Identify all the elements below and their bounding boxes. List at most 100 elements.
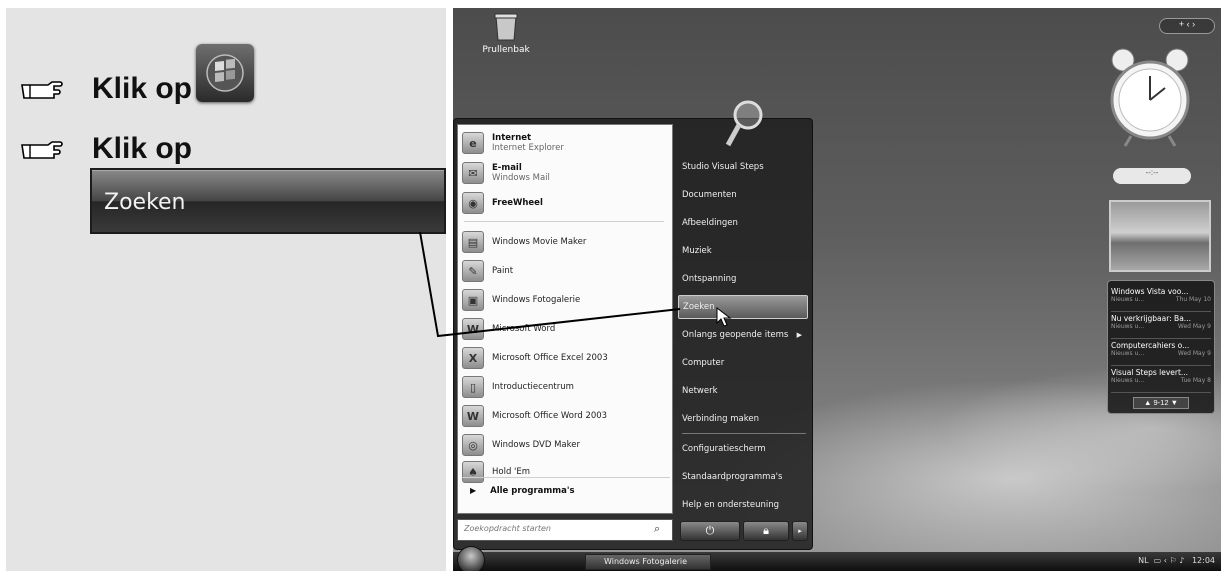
menu-ontspanning[interactable]: Ontspanning xyxy=(678,267,808,291)
menu-label: Standaardprogramma's xyxy=(682,472,783,482)
language-indicator[interactable]: NL xyxy=(1138,556,1148,565)
word-icon: W xyxy=(462,318,484,340)
program-introductiecentrum[interactable]: ▯ Introductiecentrum xyxy=(462,373,574,401)
power-button-group: ⏻ 🔒︎ ▸ xyxy=(680,521,808,541)
menu-label: Documenten xyxy=(682,190,737,200)
lock-icon: 🔒︎ xyxy=(763,524,769,537)
vista-desktop: Prullenbak e Internet Internet Explorer ✉… xyxy=(453,8,1221,571)
program-title: FreeWheel xyxy=(492,198,543,208)
taskbar-button-fotogalerie[interactable]: Windows Fotogalerie xyxy=(585,554,711,570)
start-orb-button[interactable] xyxy=(457,546,485,571)
feed-title: Windows Vista voo... xyxy=(1111,287,1189,296)
feed-pager-label: 9-12 xyxy=(1153,398,1169,407)
menu-label: Netwerk xyxy=(682,386,718,396)
menu-label: Muziek xyxy=(682,246,712,256)
program-label: Paint xyxy=(492,266,514,276)
start-search-input[interactable]: Zoekopdracht starten ⌕ xyxy=(457,519,673,541)
menu-standaardprogrammas[interactable]: Standaardprogramma's xyxy=(678,465,808,489)
photo-gallery-icon: ▣ xyxy=(462,289,484,311)
program-label: Microsoft Office Excel 2003 xyxy=(492,353,608,363)
program-label: Windows Fotogalerie xyxy=(492,295,581,305)
recycle-bin-icon xyxy=(494,13,518,41)
program-title: E-mail xyxy=(492,163,522,173)
mail-icon: ✉ xyxy=(462,162,484,184)
menu-onlangs-geopende-items[interactable]: Onlangs geopende items ▶ xyxy=(678,323,808,347)
magnifier-icon xyxy=(725,100,763,147)
menu-verbinding-maken[interactable]: Verbinding maken xyxy=(678,407,808,431)
dvd-maker-icon: ◎ xyxy=(462,434,484,456)
recycle-bin[interactable]: Prullenbak xyxy=(481,12,531,55)
windows-start-orb-icon xyxy=(196,44,255,102)
menu-label: Ontspanning xyxy=(682,274,737,284)
program-freewheel[interactable]: ◉ FreeWheel xyxy=(462,189,543,217)
pointing-hand-icon xyxy=(21,141,63,159)
menu-label: Afbeeldingen xyxy=(682,218,738,228)
instruction-panel: Klik op Klik op Zoeken xyxy=(6,8,446,571)
program-label: Hold 'Em xyxy=(492,467,531,477)
menu-afbeeldingen[interactable]: Afbeeldingen xyxy=(678,211,808,235)
menu-help-en-ondersteuning[interactable]: Help en ondersteuning xyxy=(678,493,808,517)
zoeken-callout: Zoeken xyxy=(90,168,446,234)
menu-label: Computer xyxy=(682,358,725,368)
mouse-cursor-icon xyxy=(716,307,732,327)
freewheel-icon: ◉ xyxy=(462,192,484,214)
program-title: Internet xyxy=(492,133,532,143)
search-icon: ⌕ xyxy=(654,522,661,535)
power-button[interactable]: ⏻ xyxy=(680,521,740,541)
clock-gadget-icon[interactable] xyxy=(1109,42,1191,152)
feed-item[interactable]: Windows Vista voo... Nieuws u... Thu May … xyxy=(1111,285,1211,312)
slideshow-gadget[interactable] xyxy=(1109,200,1211,272)
movie-maker-icon: ▤ xyxy=(462,231,484,253)
program-word-2003[interactable]: W Microsoft Office Word 2003 xyxy=(462,402,607,430)
program-internet[interactable]: e Internet Internet Explorer xyxy=(462,129,564,157)
feed-item[interactable]: Visual Steps levert... Nieuws u... Tue Ma… xyxy=(1111,366,1211,393)
program-email[interactable]: ✉ E-mail Windows Mail xyxy=(462,159,550,187)
meter-text: --:-- xyxy=(1145,168,1159,177)
clock-time[interactable]: 12:04 xyxy=(1192,556,1215,565)
search-placeholder: Zoekopdracht starten xyxy=(464,524,551,533)
menu-configuratiescherm[interactable]: Configuratiescherm xyxy=(678,437,808,461)
lock-button[interactable]: 🔒︎ xyxy=(743,521,789,541)
separator xyxy=(682,433,806,434)
program-subtitle: Windows Mail xyxy=(492,173,550,183)
program-fotogalerie[interactable]: ▣ Windows Fotogalerie xyxy=(462,286,580,314)
menu-label: Zoeken xyxy=(683,302,715,312)
program-dvd-maker[interactable]: ◎ Windows DVD Maker xyxy=(462,431,580,459)
menu-computer[interactable]: Computer xyxy=(678,351,808,375)
meter-gadget[interactable]: --:-- xyxy=(1113,168,1191,184)
menu-zoeken[interactable]: Zoeken xyxy=(678,295,808,319)
feed-date: Wed May 9 xyxy=(1177,350,1211,357)
step-2-text: Klik op xyxy=(92,132,193,165)
program-label: Introductiecentrum xyxy=(492,382,574,392)
internet-explorer-icon: e xyxy=(462,132,484,154)
program-word[interactable]: W Microsoft Word xyxy=(462,315,555,343)
feed-pager[interactable]: ▲ 9-12 ▼ xyxy=(1133,397,1189,409)
excel-icon: X xyxy=(462,347,484,369)
feed-item[interactable]: Nu verkrijgbaar: Ba... Nieuws u... Wed Ma… xyxy=(1111,312,1211,339)
sidebar-controls[interactable]: + ‹ › xyxy=(1159,18,1215,34)
start-menu-right-column: Studio Visual Steps Documenten Afbeeldin… xyxy=(676,100,810,519)
power-options-button[interactable]: ▸ xyxy=(792,521,808,541)
program-movie-maker[interactable]: ▤ Windows Movie Maker xyxy=(462,228,586,256)
program-subtitle: Internet Explorer xyxy=(492,143,564,153)
feed-source: Nieuws u... xyxy=(1111,323,1145,330)
feed-item[interactable]: Computercahiers o... Nieuws u... Wed May … xyxy=(1111,339,1211,366)
recycle-bin-label: Prullenbak xyxy=(482,45,530,55)
menu-label: Configuratiescherm xyxy=(682,444,766,454)
feed-title: Visual Steps levert... xyxy=(1111,368,1189,377)
menu-documenten[interactable]: Documenten xyxy=(678,183,808,207)
menu-muziek[interactable]: Muziek xyxy=(678,239,808,263)
instruction-step-1: Klik op xyxy=(20,44,255,118)
program-paint[interactable]: ✎ Paint xyxy=(462,257,513,285)
feed-headlines-gadget: Windows Vista voo... Nieuws u... Thu May … xyxy=(1107,280,1215,414)
program-excel-2003[interactable]: X Microsoft Office Excel 2003 xyxy=(462,344,608,372)
menu-label: Verbinding maken xyxy=(682,414,759,424)
menu-studio-visual-steps[interactable]: Studio Visual Steps xyxy=(678,155,808,179)
feed-title: Nu verkrijgbaar: Ba... xyxy=(1111,314,1191,323)
step-1-text: Klik op xyxy=(92,72,193,105)
all-programs-button[interactable]: ▶ Alle programma's xyxy=(462,477,670,503)
feed-date: Wed May 9 xyxy=(1177,323,1211,330)
program-label: Windows DVD Maker xyxy=(492,440,580,450)
start-menu: e Internet Internet Explorer ✉ E-mail Wind… xyxy=(453,100,813,550)
menu-netwerk[interactable]: Netwerk xyxy=(678,379,808,403)
